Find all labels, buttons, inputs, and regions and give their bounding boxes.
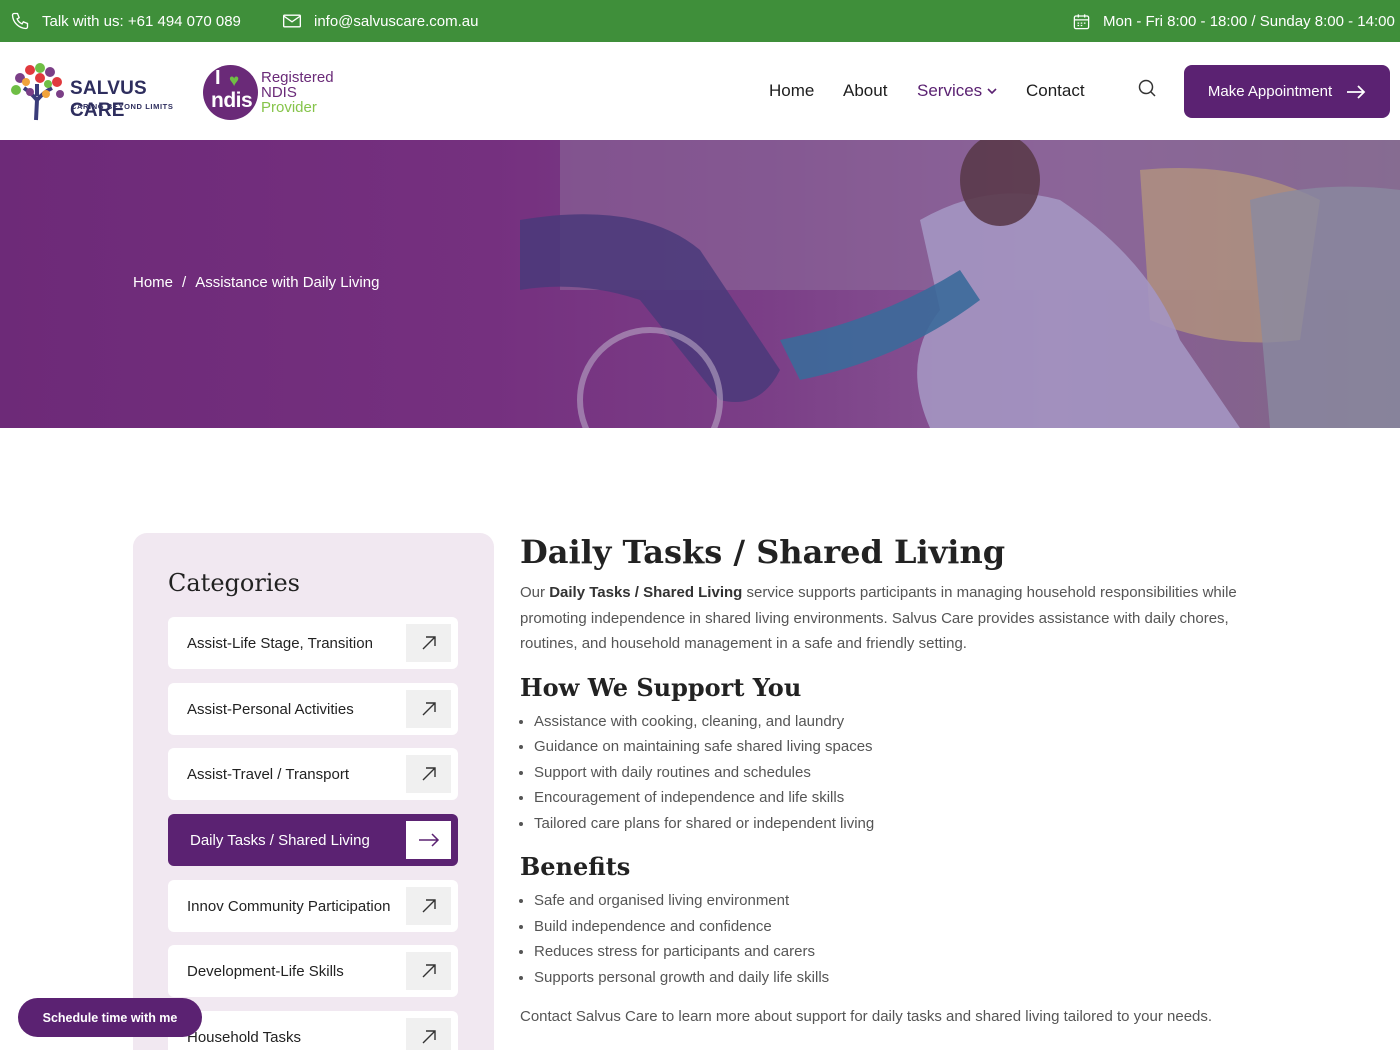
breadcrumb: Home / Assistance with Daily Living: [133, 274, 379, 291]
mail-icon: [283, 14, 301, 28]
support-list: Assistance with cooking, cleaning, and l…: [534, 709, 1240, 837]
category-development-life-skills[interactable]: Development-Life Skills: [168, 945, 458, 997]
nav-services[interactable]: Services: [917, 42, 998, 140]
page-hero-banner: Home / Assistance with Daily Living: [0, 140, 1400, 428]
list-item: Guidance on maintaining safe shared livi…: [534, 734, 1240, 760]
nav-home[interactable]: Home: [769, 42, 814, 140]
ndis-registered-text: Registered NDIS Provider: [261, 70, 334, 115]
phone-icon: [11, 12, 29, 30]
logo-brand-text: SALVUS CARE: [70, 78, 147, 121]
make-appointment-label: Make Appointment: [1207, 83, 1333, 100]
category-label: Assist-Travel / Transport: [187, 765, 349, 783]
nav-services-label: Services: [917, 81, 983, 100]
breadcrumb-separator: /: [182, 274, 187, 291]
phone-text: Talk with us: +61 494 070 089: [42, 12, 241, 30]
support-heading: How We Support You: [520, 672, 802, 702]
hours-text: Mon - Fri 8:00 - 18:00 / Sunday 8:00 - 1…: [1103, 12, 1395, 30]
top-bar: Talk with us: +61 494 070 089 info@salvu…: [0, 0, 1400, 42]
logo-tagline: CARING BEYOND LIMITS: [71, 102, 174, 111]
list-item: Build independence and confidence: [534, 914, 1240, 940]
category-daily-tasks-shared-living[interactable]: Daily Tasks / Shared Living: [168, 814, 458, 866]
category-innov-community-participation[interactable]: Innov Community Participation: [168, 880, 458, 932]
list-item: Assistance with cooking, cleaning, and l…: [534, 709, 1240, 735]
category-label: Daily Tasks / Shared Living: [190, 831, 370, 849]
make-appointment-button[interactable]: Make Appointment: [1184, 65, 1390, 118]
category-label: Assist-Life Stage, Transition: [187, 634, 373, 652]
ndis-logo: I ♥ ndis: [203, 65, 258, 120]
salvus-care-logo[interactable]: SALVUS CARE CARING BEYOND LIMITS: [10, 62, 185, 122]
category-household-tasks[interactable]: Household Tasks: [168, 1011, 458, 1050]
list-item: Safe and organised living environment: [534, 888, 1240, 914]
list-item: Supports personal growth and daily life …: [534, 965, 1240, 991]
arrow-up-right-icon: [406, 1018, 451, 1050]
nav-contact[interactable]: Contact: [1026, 42, 1085, 140]
schedule-time-button[interactable]: Schedule time with me: [18, 998, 202, 1037]
list-item: Reduces stress for participants and care…: [534, 939, 1240, 965]
heart-icon: ♥: [229, 71, 240, 90]
page-title: Daily Tasks / Shared Living: [520, 533, 1006, 571]
closing-paragraph: Contact Salvus Care to learn more about …: [520, 1008, 1213, 1025]
chevron-down-icon: [987, 88, 997, 95]
intro-text-start: Our: [520, 584, 550, 601]
category-label: Household Tasks: [187, 1028, 301, 1046]
arrow-up-right-icon: [406, 755, 451, 793]
category-assist-personal-activities[interactable]: Assist-Personal Activities: [168, 683, 458, 735]
breadcrumb-current: Assistance with Daily Living: [195, 274, 380, 291]
service-content: Daily Tasks / Shared Living Our Daily Ta…: [520, 530, 1240, 1029]
arrow-up-right-icon: [406, 887, 451, 925]
intro-text-bold: Daily Tasks / Shared Living: [549, 584, 743, 601]
ndis-mark: ndis: [211, 89, 253, 112]
arrow-up-right-icon: [406, 952, 451, 990]
ndis-line-provider: Provider: [261, 99, 317, 116]
email-contact[interactable]: info@salvuscare.com.au: [282, 0, 478, 42]
list-item: Tailored care plans for shared or indepe…: [534, 811, 1240, 837]
ndis-line-registered: Registered: [261, 69, 334, 86]
calendar-icon: [1073, 13, 1090, 29]
category-label: Assist-Personal Activities: [187, 700, 354, 718]
arrow-right-icon: [1347, 84, 1366, 99]
category-label: Development-Life Skills: [187, 962, 344, 980]
arrow-right-icon: [406, 821, 451, 859]
category-label: Innov Community Participation: [187, 897, 391, 915]
ndis-provider-badge: I ♥ ndis Registered NDIS Provider: [200, 64, 340, 124]
arrow-up-right-icon: [406, 624, 451, 662]
list-item: Encouragement of independence and life s…: [534, 785, 1240, 811]
opening-hours: Mon - Fri 8:00 - 18:00 / Sunday 8:00 - 1…: [1072, 0, 1395, 42]
intro-paragraph: Our Daily Tasks / Shared Living service …: [520, 580, 1240, 657]
categories-title: Categories: [168, 569, 300, 597]
email-text: info@salvuscare.com.au: [314, 12, 479, 30]
category-assist-travel-transport[interactable]: Assist-Travel / Transport: [168, 748, 458, 800]
benefits-list: Safe and organised living environment Bu…: [534, 888, 1240, 990]
search-icon[interactable]: [1136, 78, 1158, 100]
breadcrumb-home[interactable]: Home: [133, 274, 173, 291]
benefits-heading: Benefits: [520, 852, 631, 881]
site-header: SALVUS CARE CARING BEYOND LIMITS I ♥ ndis…: [0, 42, 1400, 140]
nav-about[interactable]: About: [843, 42, 887, 140]
tree-logo-icon: [11, 63, 64, 121]
categories-sidebar: Categories Assist-Life Stage, Transition…: [133, 533, 494, 1050]
category-assist-life-stage[interactable]: Assist-Life Stage, Transition: [168, 617, 458, 669]
list-item: Support with daily routines and schedule…: [534, 760, 1240, 786]
arrow-up-right-icon: [406, 690, 451, 728]
ndis-line-ndis: NDIS: [261, 84, 297, 101]
phone-contact[interactable]: Talk with us: +61 494 070 089: [10, 0, 241, 42]
